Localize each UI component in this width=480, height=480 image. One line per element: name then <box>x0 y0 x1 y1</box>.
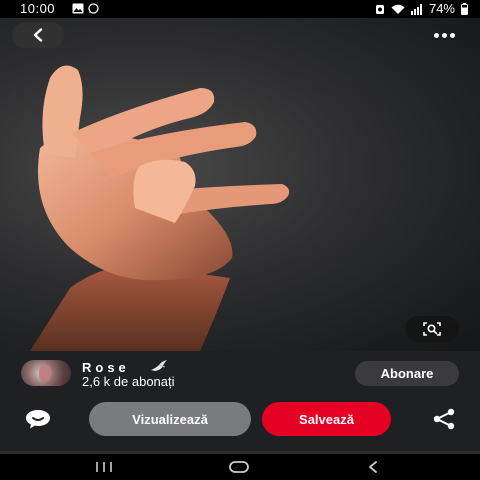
home-icon[interactable] <box>228 460 250 474</box>
chevron-left-icon <box>33 28 43 42</box>
follow-button[interactable]: Abonare <box>355 361 459 386</box>
wifi-icon <box>391 4 405 14</box>
save-button[interactable]: Salvează <box>262 402 391 436</box>
battery-icon <box>461 3 468 15</box>
profile-name[interactable]: Rose <box>82 360 130 375</box>
system-nav-bar <box>0 454 480 480</box>
image-icon <box>72 3 84 14</box>
avatar[interactable] <box>21 360 71 386</box>
back-button[interactable] <box>12 22 64 48</box>
notification-icons <box>72 3 99 14</box>
visual-search-icon <box>423 322 441 336</box>
whatsapp-icon <box>88 3 99 14</box>
view-button[interactable]: Vizualizează <box>89 402 251 436</box>
status-right: 74% <box>375 0 468 18</box>
status-bar: 10:00 74% <box>0 0 480 18</box>
pin-info-panel: Rose 2,6 k de abonați Abonare Vizualizea… <box>0 351 480 451</box>
comment-icon <box>26 410 50 429</box>
comment-button[interactable] <box>24 408 52 435</box>
followers-count: 2,6 k de abonați <box>82 374 175 389</box>
share-button[interactable] <box>432 408 456 435</box>
battery-percent: 74% <box>428 1 455 16</box>
visual-search-button[interactable] <box>405 316 459 342</box>
bird-icon <box>151 360 167 371</box>
status-time: 10:00 <box>20 1 56 16</box>
back-icon[interactable] <box>366 460 380 474</box>
recent-apps-icon[interactable] <box>94 460 114 474</box>
pin-image[interactable] <box>0 18 480 351</box>
share-icon <box>433 408 455 430</box>
more-horizontal-icon <box>433 32 439 38</box>
battery-saver-icon <box>375 4 384 14</box>
hand-photo <box>30 65 290 351</box>
signal-icon <box>410 3 422 15</box>
more-options-button[interactable] <box>428 26 460 44</box>
